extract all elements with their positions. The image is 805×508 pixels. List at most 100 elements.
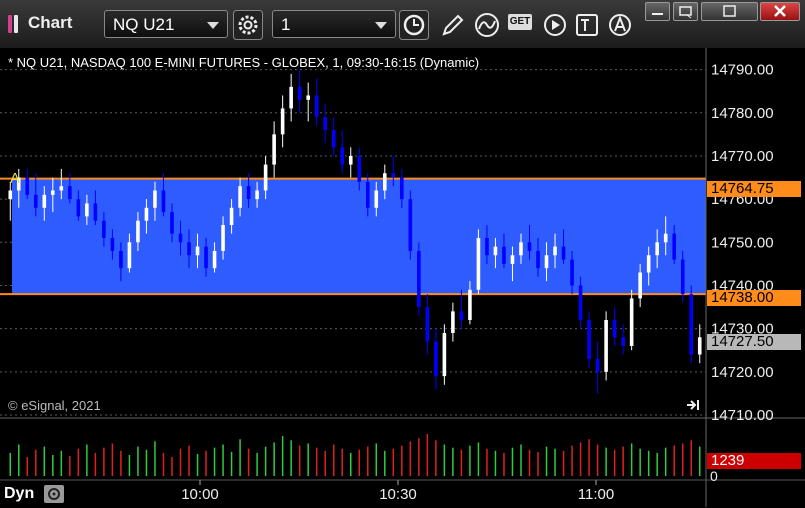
chevron-down-icon: [375, 22, 387, 29]
candle-body: [51, 190, 55, 195]
chart-canvas[interactable]: 14790.0014780.0014770.0014760.0014750.00…: [0, 48, 805, 507]
candle-body: [93, 203, 98, 221]
candle-body: [110, 237, 115, 251]
candle-body: [314, 95, 319, 118]
candle-body: [493, 246, 498, 256]
candle-body: [153, 190, 157, 208]
app-logo-icon: [8, 15, 22, 33]
candle-body: [357, 155, 362, 182]
candle-body: [263, 164, 268, 191]
candle-body: [255, 190, 259, 200]
upper-band-price-tag: 14764.75: [707, 181, 801, 197]
copyright-text: © eSignal, 2021: [8, 398, 101, 413]
candle-body: [578, 285, 583, 321]
candle-body: [553, 246, 557, 256]
restore-button[interactable]: [673, 2, 698, 21]
candle-body: [76, 199, 81, 217]
candle-body: [587, 320, 591, 359]
price-tick-label: 14790.00: [711, 62, 774, 79]
pane-settings-button[interactable]: [44, 485, 64, 503]
candle-body: [127, 242, 132, 269]
maximize-button[interactable]: [701, 2, 758, 21]
candle-body: [144, 207, 149, 221]
candle-body: [646, 255, 651, 273]
candle-body: [485, 237, 489, 256]
alert-icon[interactable]: [605, 10, 635, 40]
candle-body: [519, 242, 523, 256]
price-tick-label: 14780.00: [711, 105, 774, 122]
candle-body: [348, 155, 353, 165]
minimize-button[interactable]: [645, 2, 670, 21]
price-band: [12, 178, 706, 295]
candle-body: [195, 246, 200, 256]
gear-icon[interactable]: [233, 10, 263, 40]
candle-body: [280, 108, 285, 135]
candle-body: [331, 130, 336, 148]
candle-body: [323, 117, 328, 131]
candle-body: [306, 95, 310, 100]
candle-body: [510, 255, 515, 264]
candle-body: [689, 294, 694, 355]
candle-body: [246, 186, 251, 200]
candle-body: [161, 190, 166, 213]
chart-header: * NQ U21, NASDAQ 100 E-MINI FUTURES - GL…: [8, 55, 480, 70]
curve-icon[interactable]: [472, 10, 502, 40]
get-label: GET: [509, 16, 531, 27]
price-tick-label: 14750.00: [711, 234, 774, 251]
get-data-button[interactable]: GET: [508, 14, 532, 30]
candle-body: [604, 320, 608, 372]
candle-body: [119, 250, 123, 269]
candle-body: [400, 177, 404, 200]
candle-body: [178, 233, 183, 243]
candle-body: [502, 246, 506, 264]
lower-band-price-tag: 14738.00: [707, 290, 801, 306]
candle-body: [382, 173, 387, 191]
candle-body: [25, 177, 30, 195]
close-button[interactable]: [760, 2, 800, 21]
candle-body: [297, 86, 302, 100]
pane-mode-label[interactable]: Dyn: [0, 483, 44, 505]
time-tick-label: 10:30: [379, 486, 417, 503]
candle-body: [42, 194, 47, 208]
candle-body: [697, 337, 702, 355]
candle-body: [136, 220, 140, 243]
symbol-dropdown[interactable]: NQ U21: [104, 10, 228, 38]
candle-body: [102, 220, 106, 238]
candle-body: [8, 190, 13, 200]
candle-body: [374, 190, 379, 208]
candle-body: [672, 233, 677, 260]
interval-value: 1: [281, 15, 291, 34]
chevron-down-icon: [207, 22, 219, 29]
clock-icon[interactable]: [399, 10, 429, 40]
price-axis: 14790.0014780.0014770.0014760.0014750.00…: [711, 62, 774, 424]
text-icon[interactable]: [572, 10, 602, 40]
interval-dropdown[interactable]: 1: [272, 10, 396, 38]
candle-body: [417, 250, 421, 308]
candle-body: [629, 298, 634, 346]
candle-body: [408, 199, 413, 251]
candle-body: [221, 225, 225, 251]
candle-body: [68, 186, 72, 200]
close-icon: [774, 5, 786, 17]
candle-body: [680, 259, 685, 295]
price-tick-label: 14720.00: [711, 364, 774, 381]
pencil-icon[interactable]: [438, 10, 468, 40]
candle-body: [536, 250, 540, 269]
volume-zero-label: 0: [710, 468, 718, 484]
last-price-tag: 14727.50: [707, 334, 801, 350]
candle-body: [621, 337, 625, 346]
candle-body: [459, 311, 464, 321]
candle-body: [527, 242, 532, 251]
candle-body: [468, 289, 472, 321]
play-icon[interactable]: [540, 10, 570, 40]
candle-body: [170, 212, 174, 234]
candle-body: [655, 242, 659, 256]
candle-body: [638, 272, 642, 299]
candle-body: [229, 207, 234, 226]
candle-body: [595, 358, 600, 372]
candle-body: [476, 237, 481, 290]
candle-body: [570, 259, 574, 286]
alert-marker[interactable]: A: [10, 170, 20, 187]
candle-body: [663, 233, 668, 243]
candle-body: [391, 173, 396, 178]
